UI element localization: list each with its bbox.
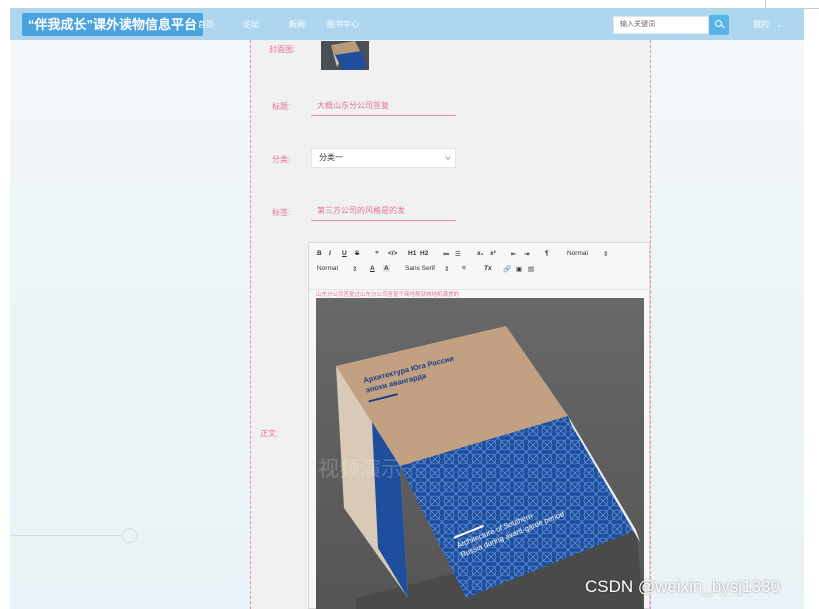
video-demo-overlay: 视频演示: [318, 457, 402, 481]
align-button[interactable]: ≡: [462, 265, 466, 272]
category-label: 分类:: [272, 155, 291, 164]
font-color-button[interactable]: A: [370, 265, 375, 272]
decorative-line: [10, 535, 122, 536]
header-1-button[interactable]: H1: [408, 250, 416, 257]
decorative-circle: [122, 528, 137, 543]
title-input[interactable]: 大概山东分公司答复: [311, 96, 456, 116]
title-label: 标题:: [272, 102, 291, 111]
editor-content-image[interactable]: Архитектура Юга России эпохи авангарда A…: [316, 298, 644, 609]
blockquote-button[interactable]: ❞: [375, 250, 379, 258]
cover-book-picture: [321, 41, 369, 70]
cover-label: 封面图:: [269, 45, 296, 54]
rich-text-editor[interactable]: B I U S ❞ </> H1 H2 ≔ ☰ x₁ x² ⇤ ⇥ ¶ Norm…: [308, 242, 650, 609]
editor-content-text[interactable]: 山东分公司答复过山东分公司答复个商地那就林地机满意的: [316, 290, 459, 298]
image-icon[interactable]: ▣: [516, 265, 522, 273]
csdn-watermark: CSDN @weixin_bysj1330: [585, 577, 780, 596]
subscript-button[interactable]: x₁: [477, 250, 483, 257]
nav-forum[interactable]: 论坛: [243, 19, 259, 30]
search-input[interactable]: 输入关键词: [613, 16, 709, 34]
clear-format-button[interactable]: Tx: [484, 265, 492, 272]
top-navbar: “伴我成长”课外读物信息平台 首页 论坛 新闻 图书中心 输入关键词 我的 ⌄: [10, 8, 804, 40]
chevron-down-icon: [445, 154, 451, 160]
content-label: 正文:: [260, 429, 279, 438]
video-icon[interactable]: ▤: [528, 265, 534, 273]
italic-button[interactable]: I: [329, 250, 331, 257]
outdent-button[interactable]: ⇤: [511, 250, 516, 258]
chevron-updown-icon: ⇕: [352, 266, 358, 273]
editor-toolbar-row-1: B I U S ❞ </> H1 H2 ≔ ☰ x₁ x² ⇤ ⇥ ¶ Norm…: [309, 250, 649, 264]
indent-button[interactable]: ⇥: [524, 250, 529, 258]
ordered-list-button[interactable]: ≔: [443, 250, 450, 258]
code-block-button[interactable]: </>: [388, 250, 397, 257]
screenshot-stage: “伴我成长”课外读物信息平台 首页 论坛 新闻 图书中心 输入关键词 我的 ⌄ …: [0, 0, 819, 609]
font-family-select[interactable]: Sans Serif: [405, 265, 435, 272]
book-photo: Архитектура Юга России эпохи авангарда A…: [316, 298, 644, 609]
chevron-updown-icon: ⇕: [444, 266, 450, 273]
text-direction-button[interactable]: ¶: [545, 250, 549, 257]
bullet-list-button[interactable]: ☰: [455, 250, 461, 258]
header-2-button[interactable]: H2: [420, 250, 428, 257]
window-corner-line: [765, 0, 766, 8]
underline-button[interactable]: U: [342, 250, 347, 257]
bold-button[interactable]: B: [317, 250, 322, 257]
search-icon-handle: [721, 24, 725, 29]
nav-news[interactable]: 新闻: [289, 19, 305, 30]
tags-input[interactable]: 第三方公司的风格是的发: [311, 201, 456, 221]
user-menu[interactable]: 我的 ⌄: [753, 19, 782, 30]
site-logo-title[interactable]: “伴我成长”课外读物信息平台: [22, 13, 204, 36]
strike-button[interactable]: S: [355, 250, 359, 257]
background-color-button[interactable]: A: [383, 265, 390, 272]
header-select[interactable]: Normal: [317, 265, 338, 272]
category-select[interactable]: 分类一: [311, 148, 456, 168]
cover-image-thumbnail[interactable]: [321, 41, 369, 70]
editor-toolbar-row-2: Normal ⇕ A A Sans Serif ⇕ ≡ Tx 🔗 ▣ ▤: [309, 265, 649, 279]
superscript-button[interactable]: x²: [490, 250, 496, 257]
user-menu-label: 我的: [753, 20, 769, 29]
nav-home[interactable]: 首页: [198, 19, 214, 30]
tags-label: 标签:: [272, 208, 291, 217]
nav-book-center[interactable]: 图书中心: [327, 19, 359, 30]
size-select[interactable]: Normal: [567, 250, 588, 257]
category-select-value: 分类一: [319, 153, 343, 162]
chevron-updown-icon: ⇕: [603, 251, 609, 258]
chevron-down-icon: ⌄: [776, 22, 783, 29]
link-icon[interactable]: 🔗: [503, 265, 511, 273]
app-viewport: “伴我成长”课外读物信息平台 首页 论坛 新闻 图书中心 输入关键词 我的 ⌄ …: [10, 8, 804, 609]
search-button[interactable]: [709, 15, 729, 35]
